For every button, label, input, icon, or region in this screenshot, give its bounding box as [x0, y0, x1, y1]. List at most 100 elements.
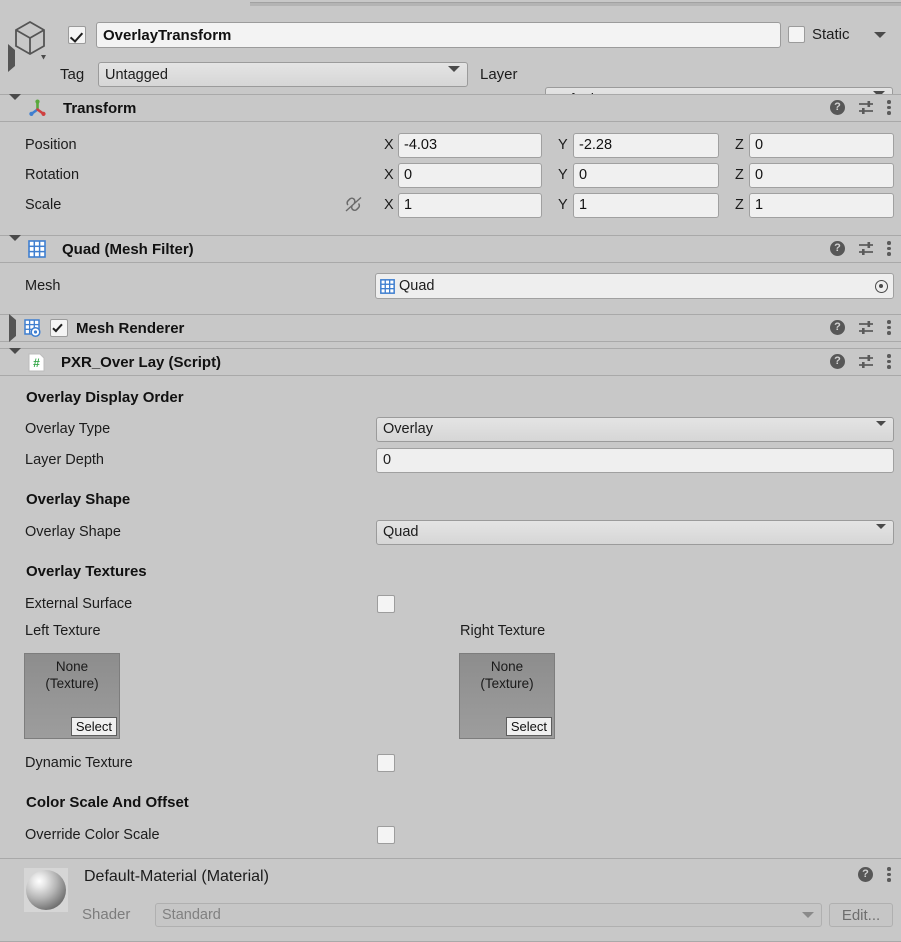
foldout-material[interactable]	[8, 44, 15, 72]
component-header-mesh-filter[interactable]: Quad (Mesh Filter) ?	[0, 235, 901, 263]
gameobject-name-value: OverlayTransform	[103, 26, 232, 44]
gameobject-name-input[interactable]: OverlayTransform	[96, 22, 781, 48]
more-menu-icon[interactable]	[887, 866, 891, 882]
section-title-overlay-textures: Overlay Textures	[26, 563, 147, 580]
component-title-pxr-overlay: PXR_Over Lay (Script)	[61, 353, 222, 371]
shader-dropdown[interactable]: Standard	[155, 903, 822, 927]
shader-label: Shader	[82, 906, 131, 923]
overlay-type-label: Overlay Type	[25, 421, 111, 437]
edit-shader-button[interactable]: Edit...	[829, 903, 893, 927]
more-menu-icon[interactable]	[887, 240, 891, 256]
overlay-shape-row: Overlay Shape Quad	[0, 517, 901, 547]
mesh-object-field[interactable]: Quad	[375, 273, 894, 299]
layer-label: Layer	[480, 66, 518, 83]
layer-depth-input[interactable]: 0	[376, 447, 894, 473]
layer-depth-row: Layer Depth 0	[0, 445, 901, 475]
left-texture-none-label: None (Texture)	[25, 658, 119, 692]
foldout-mesh-filter[interactable]	[9, 235, 21, 257]
foldout-mesh-renderer[interactable]	[9, 314, 16, 342]
component-header-pxr-overlay[interactable]: # PXR_Over Lay (Script) ?	[0, 348, 901, 376]
object-picker-icon[interactable]	[871, 276, 891, 296]
more-menu-icon[interactable]	[887, 99, 891, 115]
mesh-row: Mesh Quad	[0, 271, 901, 301]
more-menu-icon[interactable]	[887, 353, 891, 369]
right-texture-none-line1: None	[490, 659, 524, 674]
scale-y-input[interactable]: 1	[573, 192, 719, 218]
window-top-strip	[0, 0, 901, 8]
transform-scale-row: Scale X 1 Y 1 Z 1	[0, 190, 901, 220]
override-color-scale-checkbox[interactable]	[377, 826, 395, 844]
external-surface-label: External Surface	[25, 596, 133, 612]
rotation-x-axis-label: X	[384, 167, 394, 183]
position-x-input[interactable]: -4.03	[398, 132, 542, 158]
chevron-down-icon	[448, 65, 460, 88]
help-icon[interactable]: ?	[830, 99, 845, 115]
panel-tab-divider	[250, 2, 901, 6]
static-checkbox[interactable]	[788, 26, 805, 43]
left-texture-none-line2: (Texture)	[45, 676, 99, 691]
chevron-down-icon	[876, 421, 886, 442]
shader-value: Standard	[162, 907, 221, 923]
overlay-type-value: Overlay	[383, 421, 433, 437]
script-icon: #	[28, 353, 45, 372]
left-texture-preview[interactable]: None (Texture) Select	[24, 653, 120, 739]
preset-icon[interactable]	[858, 100, 874, 115]
rotation-z-axis-label: Z	[735, 167, 744, 183]
overlay-type-dropdown[interactable]: Overlay	[376, 416, 894, 442]
position-z-input[interactable]: 0	[749, 132, 894, 158]
mesh-value: Quad	[399, 278, 435, 294]
external-surface-checkbox[interactable]	[377, 595, 395, 613]
help-icon[interactable]: ?	[830, 353, 845, 369]
transform-position-row: Position X -4.03 Y -2.28 Z 0	[0, 130, 901, 160]
rotation-z-input[interactable]: 0	[749, 162, 894, 188]
mesh-renderer-enabled-checkbox[interactable]	[50, 319, 68, 337]
left-texture-select-button[interactable]: Select	[70, 717, 117, 736]
help-icon[interactable]: ?	[830, 319, 845, 335]
tag-dropdown[interactable]: Untagged	[98, 62, 468, 88]
scale-z-input[interactable]: 1	[749, 192, 894, 218]
chevron-down-icon	[802, 912, 814, 918]
position-x-axis-label: X	[384, 137, 394, 153]
component-toolbar-pxr-overlay: ?	[830, 353, 891, 369]
dynamic-texture-checkbox[interactable]	[377, 754, 395, 772]
position-y-input[interactable]: -2.28	[573, 132, 719, 158]
position-x-value: -4.03	[404, 137, 438, 153]
section-title-overlay-shape: Overlay Shape	[26, 491, 131, 508]
right-texture-select-button[interactable]: Select	[505, 717, 552, 736]
dynamic-texture-row: Dynamic Texture	[0, 748, 901, 778]
foldout-pxr-overlay[interactable]	[9, 348, 21, 370]
mesh-renderer-icon	[24, 318, 43, 338]
scale-x-input[interactable]: 1	[398, 192, 542, 218]
scale-z-value: 1	[755, 197, 764, 213]
override-color-scale-label: Override Color Scale	[25, 827, 160, 843]
dynamic-texture-label: Dynamic Texture	[25, 755, 133, 771]
rotation-x-value: 0	[404, 167, 413, 183]
overlay-shape-value: Quad	[383, 524, 419, 540]
right-texture-label: Right Texture	[460, 623, 546, 639]
position-z-axis-label: Z	[735, 137, 744, 153]
right-texture-preview[interactable]: None (Texture) Select	[459, 653, 555, 739]
preset-icon[interactable]	[858, 354, 874, 369]
rotation-y-input[interactable]: 0	[573, 162, 719, 188]
scale-x-value: 1	[404, 197, 413, 213]
component-header-transform[interactable]: Transform ?	[0, 94, 901, 122]
overlay-shape-label: Overlay Shape	[25, 524, 121, 540]
component-title-transform: Transform	[63, 99, 137, 117]
overlay-shape-dropdown[interactable]: Quad	[376, 519, 894, 545]
more-menu-icon[interactable]	[887, 319, 891, 335]
component-header-mesh-renderer[interactable]: Mesh Renderer ?	[0, 314, 901, 342]
help-icon[interactable]: ?	[830, 240, 845, 256]
gameobject-enabled-checkbox[interactable]	[68, 26, 86, 44]
material-sphere-icon	[26, 870, 66, 910]
scale-y-value: 1	[579, 197, 588, 213]
constrained-proportions-off-icon[interactable]	[344, 196, 363, 217]
static-dropdown-arrow[interactable]	[874, 32, 886, 38]
help-icon[interactable]: ?	[858, 866, 873, 882]
preset-icon[interactable]	[858, 320, 874, 335]
mesh-filter-icon	[28, 240, 46, 258]
tag-value: Untagged	[105, 66, 168, 83]
preset-icon[interactable]	[858, 241, 874, 256]
rotation-x-input[interactable]: 0	[398, 162, 542, 188]
foldout-transform[interactable]	[9, 94, 21, 116]
position-y-axis-label: Y	[558, 137, 568, 153]
